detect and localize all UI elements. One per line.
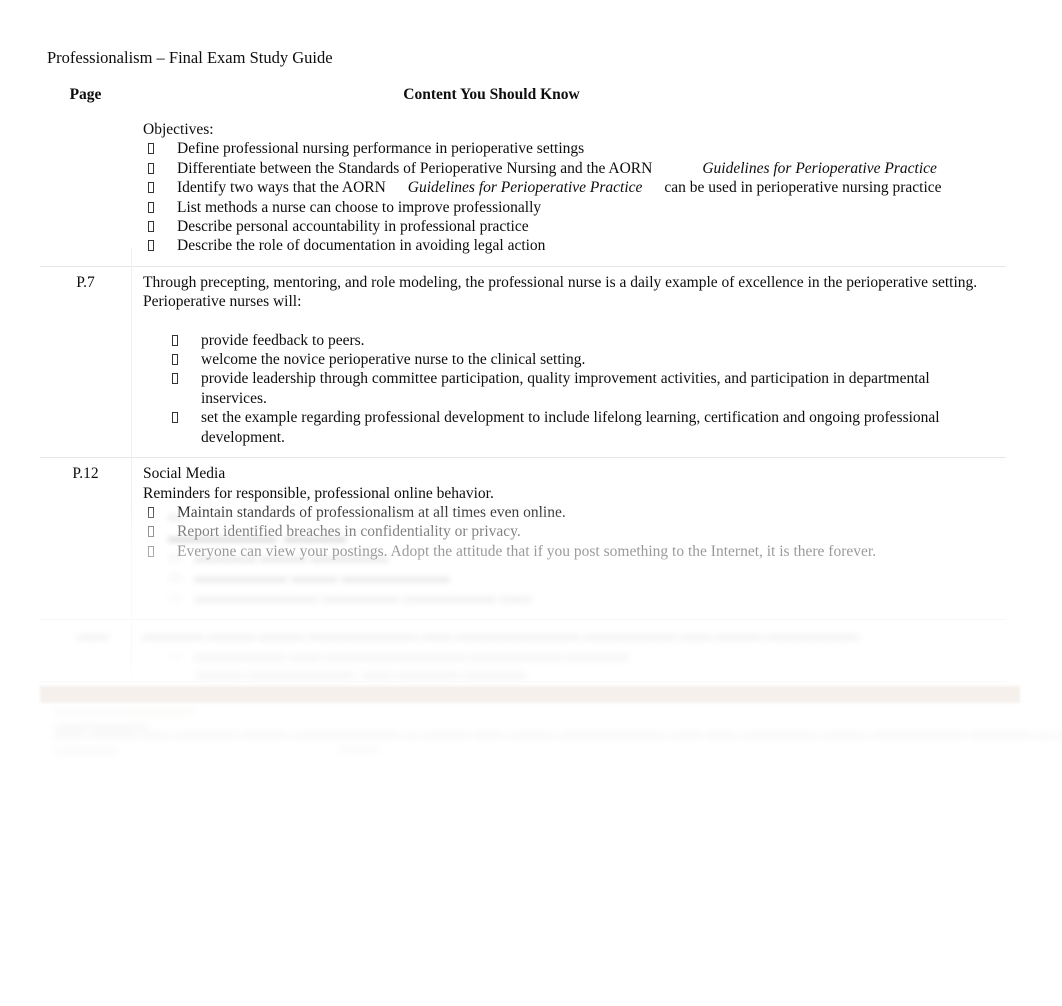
row-gap [131,457,143,572]
table-row: P.12 Social Media Reminders for responsi… [40,457,1006,572]
obscured-text-line: ▬▬▬▬▬▬ [55,717,148,734]
list-item: Differentiate between the Standards of P… [143,159,996,178]
list-item: Maintain standards of professionalism at… [143,503,996,522]
list-item: Define professional nursing performance … [143,139,996,158]
fade-overlay [0,500,1062,1006]
table-header-row: Page Content You Should Know [40,76,1006,114]
table-row: Objectives: Define professional nursing … [40,114,1006,266]
row-page-number: P.12 [40,457,131,572]
objectives-label: Objectives: [143,121,214,138]
column-header-gap [131,76,143,114]
list-item: Identify two ways that the AORN Guideline… [143,178,996,197]
obscured-text-line: ▬▬ ▬▬▬ ▬▬ ▬▬▬▬ ▬▬▬ ▬▬▬▬▬▬▬ ▬ ▬▬▬ ▬▬ ▬▬▬ … [55,725,1062,742]
list-item: welcome the novice perioperative nurse t… [143,350,996,369]
study-guide-table: Page Content You Should Know Objectives:… [40,76,1006,572]
row-content: Through precepting, mentoring, and role … [143,265,1006,458]
row-lead-paragraph: Through precepting, mentoring, and role … [143,273,978,311]
row-content: Social Media Reminders for responsible, … [143,457,1006,572]
objectives-list: Define professional nursing performance … [143,139,996,255]
list-item: List methods a nurse can choose to impro… [143,198,996,217]
obscured-text-line: ▬▬▬▬ ▬▬▬ ▬▬▬ ▬▬▬▬▬▬▬ ▬▬ ▬▬▬▬▬▬▬▬ ▬▬▬▬▬▬ … [142,627,859,644]
objective-tail: can be used in perioperative nursing pra… [664,179,942,197]
objective-text: Identify two ways that the AORN [177,179,386,197]
table-column-divider [131,248,132,681]
obscured-text-line: ▭ ▬▬▬▬▬▬▬▬ ▬▬▬▬▬ ▬▬▬▬▬▬ ▬▬ [168,589,532,606]
column-header-page: Page [69,86,102,103]
social-media-list: Maintain standards of professionalism at… [143,503,996,561]
row-gap [131,114,143,266]
list-item: Describe the role of documentation in av… [143,236,996,255]
objective-text: Differentiate between the Standards of P… [177,159,653,177]
objective-title: Guidelines for Perioperative Practice [702,159,937,177]
accent-divider-bar [40,686,1020,703]
obscured-page-number: ▬▬ [77,627,108,644]
social-media-heading: Social Media [143,465,226,483]
list-item: Everyone can view your postings. Adopt t… [143,542,996,561]
list-item: set the example regarding professional d… [143,408,996,447]
table-row-divider [40,619,1006,620]
list-item: Describe personal accountability in prof… [143,217,996,236]
document-page: Professionalism – Final Exam Study Guide… [0,0,1062,1006]
obscured-text-line: ▬▬▬▬ [55,741,117,758]
list-item: provide leadership through committee par… [143,369,996,408]
list-item: Report identified breaches in confidenti… [143,522,996,541]
perioperative-nurses-list: provide feedback to peers. welcome the n… [143,331,996,447]
row-page-number [40,114,131,266]
row-page-number: P.7 [40,265,131,458]
table-bottom-border [40,681,1006,682]
column-header-content: Content You Should Know [403,86,580,103]
row-gap [131,265,143,458]
social-media-subheading: Reminders for responsible, professional … [143,484,494,502]
obscured-text-line: ▭ ▬▬▬▬▬▬ ▬▬ ▬▬▬▬▬▬▬▬▬ ▬▬▬▬▬▬ ▬▬▬▬ [168,647,629,664]
row-content: Objectives: Define professional nursing … [143,114,1006,266]
page-title: Professionalism – Final Exam Study Guide [47,48,333,67]
list-item: provide feedback to peers. [143,331,996,350]
table-row: P.7 Through precepting, mentoring, and r… [40,265,1006,458]
obscured-footer-page-number: ▬▬▬ [340,740,379,755]
objective-title: Guidelines for Perioperative Practice [407,179,643,197]
